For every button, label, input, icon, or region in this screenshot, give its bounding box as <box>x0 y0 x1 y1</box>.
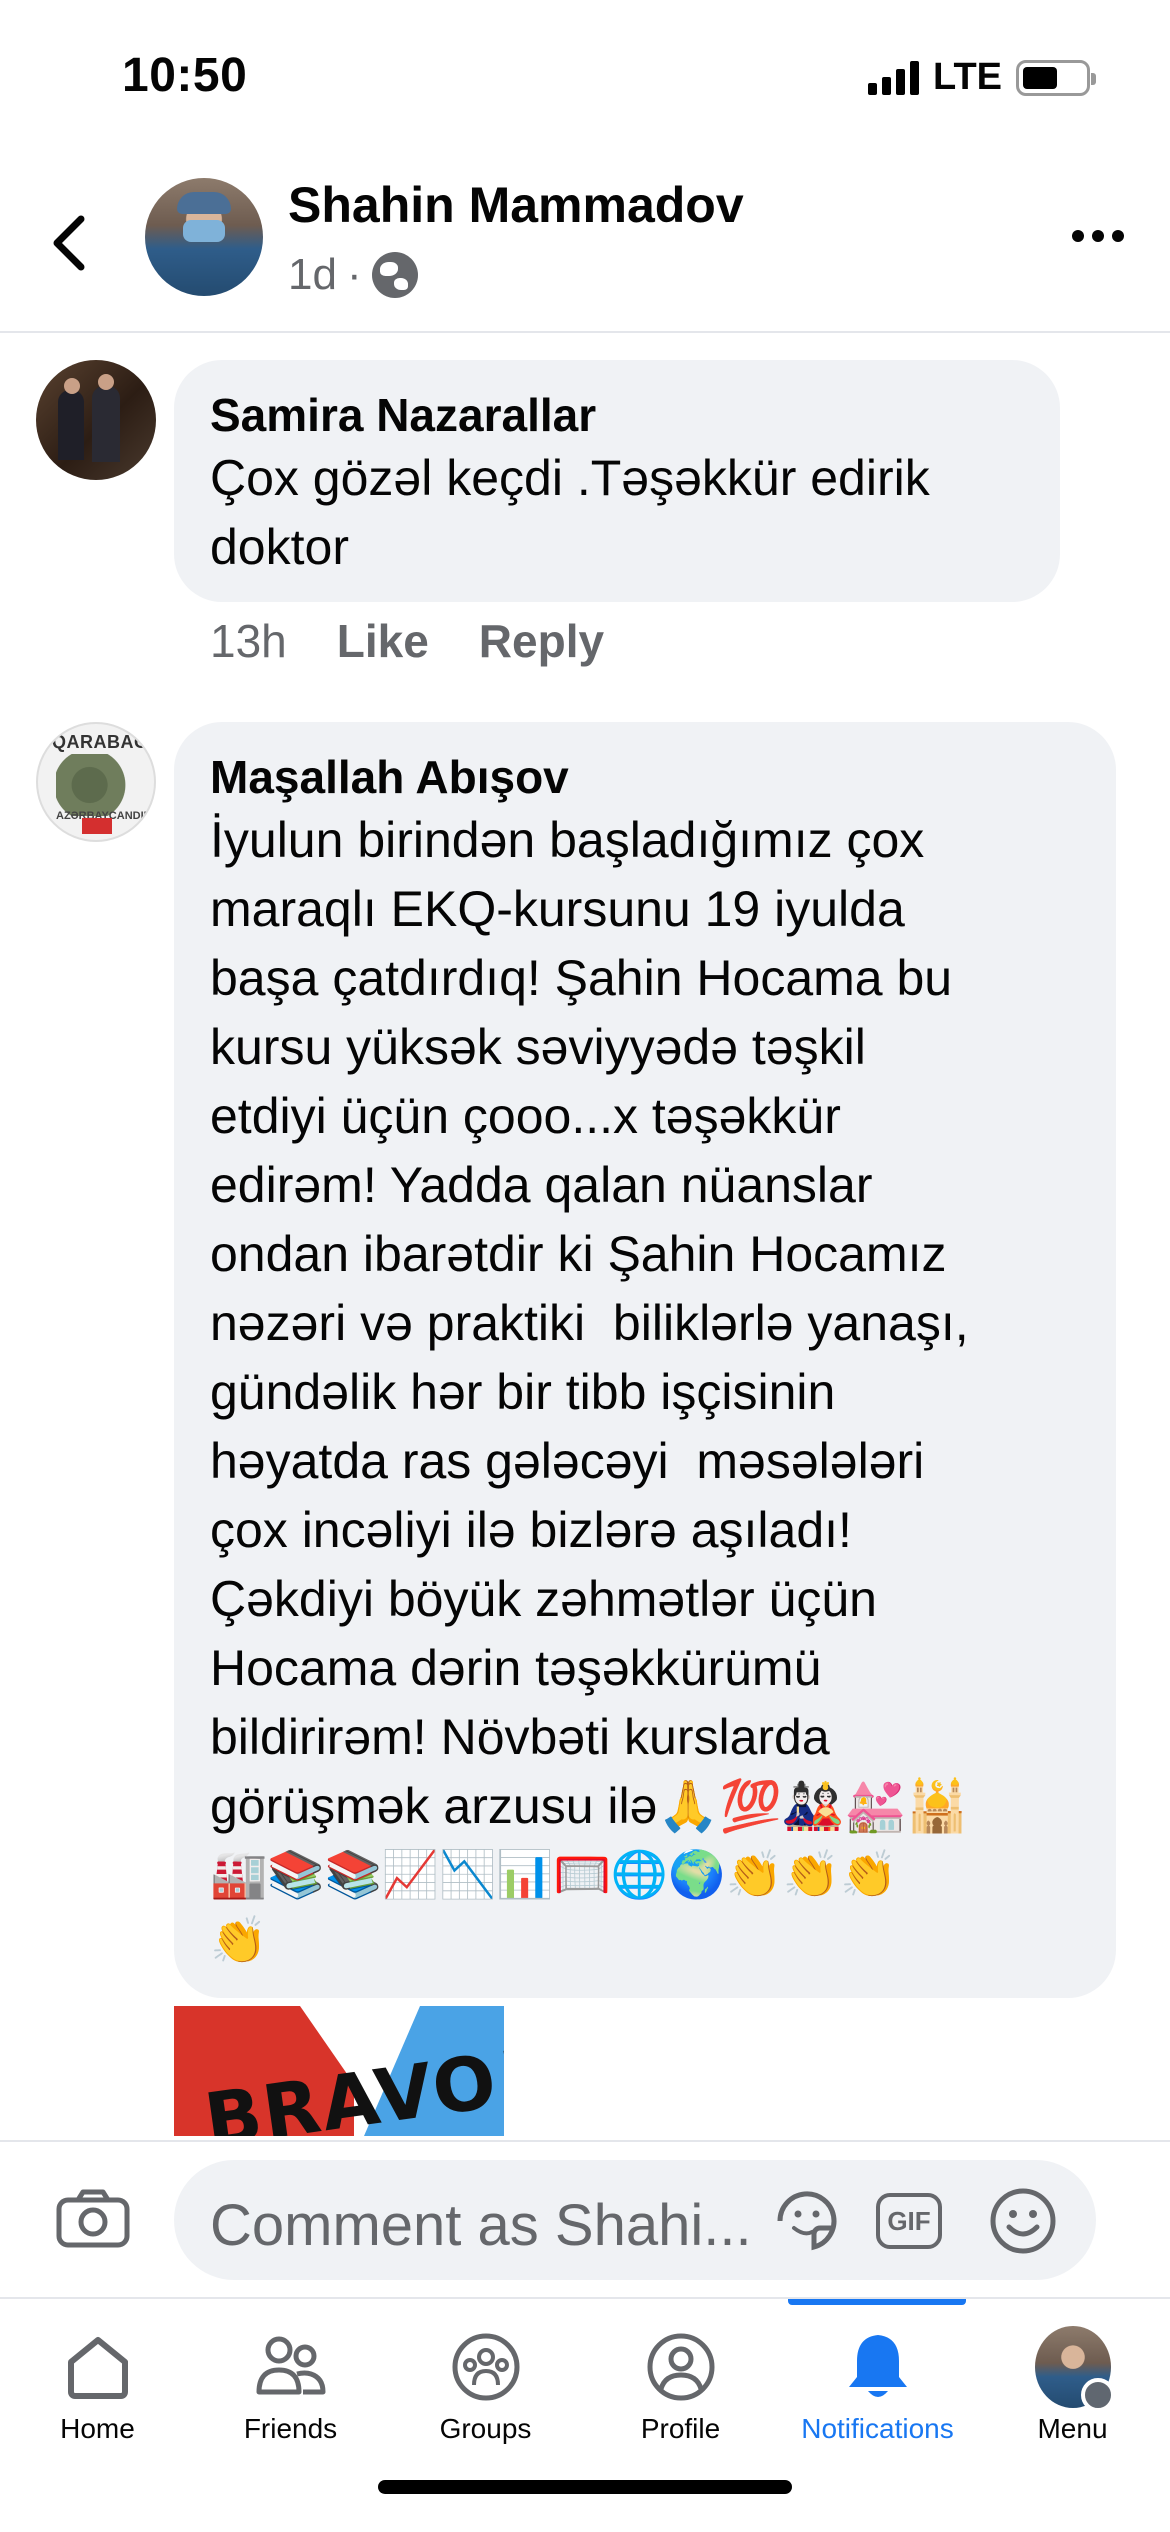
home-icon <box>60 2329 136 2405</box>
comment-author[interactable]: Maşallah Abışov <box>210 748 1080 806</box>
menu-avatar <box>1034 2326 1115 2412</box>
post-meta: 1d · <box>288 250 418 300</box>
back-button[interactable] <box>44 208 94 278</box>
battery-icon <box>1016 59 1096 96</box>
smiley-icon <box>990 2188 1056 2254</box>
menu-badge-icon <box>1080 2378 1115 2412</box>
comment-text: Çox gözəl keçdi .Təşəkkür edirik doktor <box>210 450 930 575</box>
groups-icon <box>448 2329 524 2405</box>
tab-label: Menu <box>1037 2413 1108 2444</box>
author-avatar[interactable] <box>145 178 263 296</box>
gif-button[interactable]: GIF <box>874 2186 944 2256</box>
camera-button[interactable] <box>56 2188 130 2248</box>
comment-input[interactable]: Comment as Shahi... GIF <box>174 2160 1096 2280</box>
tab-menu[interactable]: Menu <box>975 2299 1170 2449</box>
comment-placeholder: Comment as Shahi... <box>210 2193 752 2258</box>
tab-profile[interactable]: Profile <box>583 2299 778 2449</box>
comment-time: 13h <box>210 615 287 667</box>
public-globe-icon <box>371 252 418 298</box>
home-indicator[interactable] <box>378 2480 792 2494</box>
comment-bubble[interactable]: Maşallah Abışov İyulun birindən başladığ… <box>174 722 1116 1998</box>
status-indicators: LTE <box>868 56 1096 99</box>
post-author-name[interactable]: Shahin Mammadov <box>288 176 744 234</box>
comment-text: İyulun birindən başladığımız çox maraqlı… <box>210 812 969 1834</box>
tab-label: Notifications <box>801 2413 954 2444</box>
tab-notifications[interactable]: Notifications <box>780 2299 975 2449</box>
comment-emoji-line: 👏 <box>210 1913 268 1967</box>
commenter-avatar[interactable] <box>36 360 156 480</box>
comment-emoji-line: 🏭📚📚📈📉📊🥅🌐🌍👏👏👏 <box>210 1847 898 1901</box>
comment-actions: 13h Like Reply <box>210 614 604 668</box>
post-time: 1d <box>288 250 337 299</box>
commenter-avatar[interactable]: QARABAĞ AZƏRBAYCANDIR! <box>36 722 156 842</box>
meta-separator: · <box>346 250 362 299</box>
comment-composer: Comment as Shahi... GIF <box>0 2140 1170 2295</box>
friends-icon <box>253 2329 329 2405</box>
comment-author[interactable]: Samira Nazarallar <box>210 386 1024 444</box>
network-label: LTE <box>933 56 1002 98</box>
more-options-button[interactable] <box>1072 230 1124 242</box>
tab-label: Profile <box>640 2413 721 2444</box>
sticker-button[interactable] <box>772 2186 842 2256</box>
reply-button[interactable]: Reply <box>479 614 604 668</box>
like-button[interactable]: Like <box>337 614 429 668</box>
tab-label: Groups <box>439 2413 532 2444</box>
signal-icon <box>868 60 920 95</box>
bell-icon <box>840 2329 916 2405</box>
comment-bubble[interactable]: Samira Nazarallar Çox gözəl keçdi .Təşək… <box>174 360 1060 602</box>
bravo-sticker[interactable]: BRAVO! <box>174 2006 504 2136</box>
profile-icon <box>643 2329 719 2405</box>
sticker-icon <box>777 2191 837 2251</box>
bottom-tab-bar: Home Friends Groups Profile Notification… <box>0 2297 1170 2532</box>
tab-label: Home <box>60 2413 135 2444</box>
emoji-button[interactable] <box>988 2186 1058 2256</box>
camera-icon <box>56 2189 130 2248</box>
gif-icon: GIF <box>876 2193 942 2249</box>
tab-label: Friends <box>243 2413 338 2444</box>
tab-friends[interactable]: Friends <box>193 2299 388 2449</box>
status-time: 10:50 <box>122 49 248 102</box>
tab-groups[interactable]: Groups <box>388 2299 583 2449</box>
post-header: Shahin Mammadov 1d · <box>0 150 1170 333</box>
tab-home[interactable]: Home <box>0 2299 195 2449</box>
chevron-left-icon <box>53 215 85 271</box>
status-bar: 10:50 LTE <box>0 0 1170 150</box>
avatar-text-top: QARABAĞ <box>52 732 149 752</box>
